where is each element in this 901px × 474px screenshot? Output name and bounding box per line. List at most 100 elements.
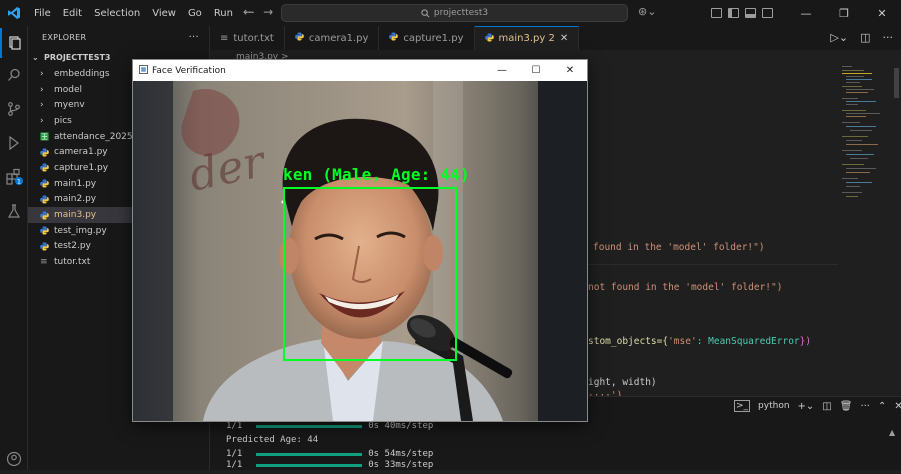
terminal-line: 1/1 0s 54ms/step	[226, 449, 433, 459]
restore-window-button[interactable]: ❐	[825, 0, 863, 26]
maximize-panel-icon[interactable]: ⌃	[878, 401, 886, 412]
tree-item-label: main1.py	[54, 178, 97, 189]
tab-capture1-py[interactable]: capture1.py	[379, 26, 475, 50]
code-line[interactable]: not found in the 'model' folder!")	[588, 282, 782, 293]
vscode-logo-icon	[0, 0, 28, 26]
activity-bar: 1	[0, 26, 28, 470]
text-file-icon: ≡	[40, 257, 48, 268]
new-terminal-icon[interactable]: +⌄	[798, 401, 815, 412]
run-debug-icon[interactable]	[0, 128, 28, 158]
terminal-progress-bar	[256, 452, 363, 456]
terminal-text: 0s 40ms/step	[368, 421, 434, 431]
menu-file[interactable]: File	[28, 8, 57, 19]
terminal-line: 1/1 0s 40ms/step	[226, 421, 433, 431]
terminal-line: Predicted Age: 44	[226, 435, 318, 445]
explorer-icon[interactable]	[0, 28, 28, 58]
tree-item-label: test2.py	[54, 241, 91, 252]
tree-item-label: main2.py	[54, 194, 97, 205]
csv-file-icon	[40, 132, 52, 141]
window-app-icon	[139, 64, 148, 77]
code-line[interactable]: stom_objects={'mse': MeanSquaredError})	[588, 336, 811, 347]
python-file-icon	[40, 242, 52, 251]
kill-terminal-icon[interactable]: 🗑	[840, 401, 853, 412]
source-control-icon[interactable]	[0, 94, 28, 124]
chevron-right-icon: ›	[40, 115, 44, 126]
menu-edit[interactable]: Edit	[57, 8, 88, 19]
menu-run[interactable]: Run	[208, 8, 239, 19]
terminal-text: 0s 33ms/step	[368, 460, 434, 470]
explorer-more-icon[interactable]: ···	[189, 32, 199, 43]
code-line[interactable]: ight, width)	[588, 377, 657, 388]
tab-tutor-txt[interactable]: ≡ tutor.txt	[210, 26, 285, 50]
editor-tab-bar: ≡ tutor.txt camera1.py capture1.py main3…	[210, 26, 901, 50]
testing-flask-icon[interactable]	[0, 196, 28, 226]
face-window-minimize-button[interactable]: —	[485, 60, 519, 81]
toggle-secondary-sidebar-icon[interactable]	[762, 8, 773, 18]
run-file-icon[interactable]: ▷⌄	[830, 31, 848, 44]
camera-frame: der ken (Male, Age: 44)	[133, 81, 587, 421]
tab-label: tutor.txt	[233, 32, 274, 44]
close-window-button[interactable]: ✕	[863, 0, 901, 26]
project-name: PROJECTTEST3	[44, 52, 111, 62]
panel-more-icon[interactable]: ···	[860, 401, 870, 412]
code-text: stom_objects={	[588, 336, 669, 347]
tree-item-label: attendance_202502	[54, 131, 145, 142]
editor-scrollbar[interactable]	[894, 68, 899, 98]
tab-label: camera1.py	[308, 32, 369, 44]
command-center-text: projecttest3	[433, 8, 489, 18]
toggle-panel-icon[interactable]	[745, 8, 756, 18]
extensions-icon[interactable]: 1	[0, 162, 28, 192]
forward-arrow-icon[interactable]: →	[263, 5, 273, 19]
search-sidebar-icon[interactable]	[0, 60, 28, 90]
editor-more-icon[interactable]: ···	[883, 31, 894, 44]
python-file-icon	[389, 32, 399, 44]
split-terminal-icon[interactable]: ◫	[822, 401, 831, 412]
face-detection-label: ken (Male, Age: 44)	[283, 165, 470, 184]
terminal-progress-bar	[256, 463, 363, 467]
terminal-text: 0s 54ms/step	[368, 449, 434, 459]
search-icon	[421, 8, 430, 17]
python-file-icon	[40, 148, 52, 157]
terminal-line: 1/1 0s 33ms/step	[226, 460, 433, 470]
tree-item-label: myenv	[54, 100, 85, 111]
terminal-text: 1/1	[226, 449, 243, 459]
terminal-text: 1/1	[226, 460, 243, 470]
code-text: not found in the 'model' folder!")	[588, 282, 783, 293]
tree-item-label: main3.py	[54, 210, 97, 221]
face-window-close-button[interactable]: ✕	[553, 60, 587, 81]
code-text: ight, width)	[588, 377, 657, 388]
customize-layout-icon[interactable]	[711, 8, 722, 18]
copilot-icon[interactable]: ⊛⌄	[638, 5, 656, 18]
minimize-window-button[interactable]: —	[787, 0, 825, 26]
tab-main3-py[interactable]: main3.py 2 ✕	[474, 26, 580, 50]
code-line[interactable]: found in the 'model' folder!")	[593, 242, 765, 253]
tree-item-label: model	[54, 84, 83, 95]
minimap[interactable]	[838, 60, 898, 200]
terminal-scroll-icon[interactable]: ▲	[889, 428, 895, 437]
menu-view[interactable]: View	[146, 8, 182, 19]
close-panel-icon[interactable]: ✕	[894, 401, 901, 412]
menu-selection[interactable]: Selection	[88, 8, 146, 19]
command-center-search[interactable]: projecttest3	[281, 4, 628, 22]
tree-item-label: tutor.txt	[54, 257, 91, 268]
python-file-icon	[40, 179, 52, 188]
editor-divider	[588, 264, 838, 265]
face-window-maximize-button[interactable]: ☐	[519, 60, 553, 81]
python-file-icon	[295, 32, 304, 44]
terminal-shell-label[interactable]: python	[758, 401, 789, 411]
code-text: 'mse'	[668, 336, 697, 347]
face-window-title: Face Verification	[152, 65, 226, 76]
split-editor-icon[interactable]: ◫	[860, 31, 870, 44]
face-verification-window[interactable]: Face Verification — ☐ ✕ der ken (Male, A…	[132, 59, 588, 422]
tab-camera1-py[interactable]: camera1.py	[285, 26, 380, 50]
menu-go[interactable]: Go	[182, 8, 208, 19]
python-file-icon	[40, 195, 52, 204]
tree-item-label: camera1.py	[54, 147, 108, 158]
back-arrow-icon[interactable]: ←	[243, 5, 253, 19]
close-tab-icon[interactable]: ✕	[560, 33, 568, 44]
code-text: found in the 'model' folder!")	[593, 242, 765, 253]
terminal-progress-bar	[256, 424, 363, 428]
chevron-right-icon: ›	[40, 68, 44, 79]
toggle-sidebar-icon[interactable]	[728, 8, 739, 18]
chevron-down-icon: ⌄	[32, 52, 39, 62]
